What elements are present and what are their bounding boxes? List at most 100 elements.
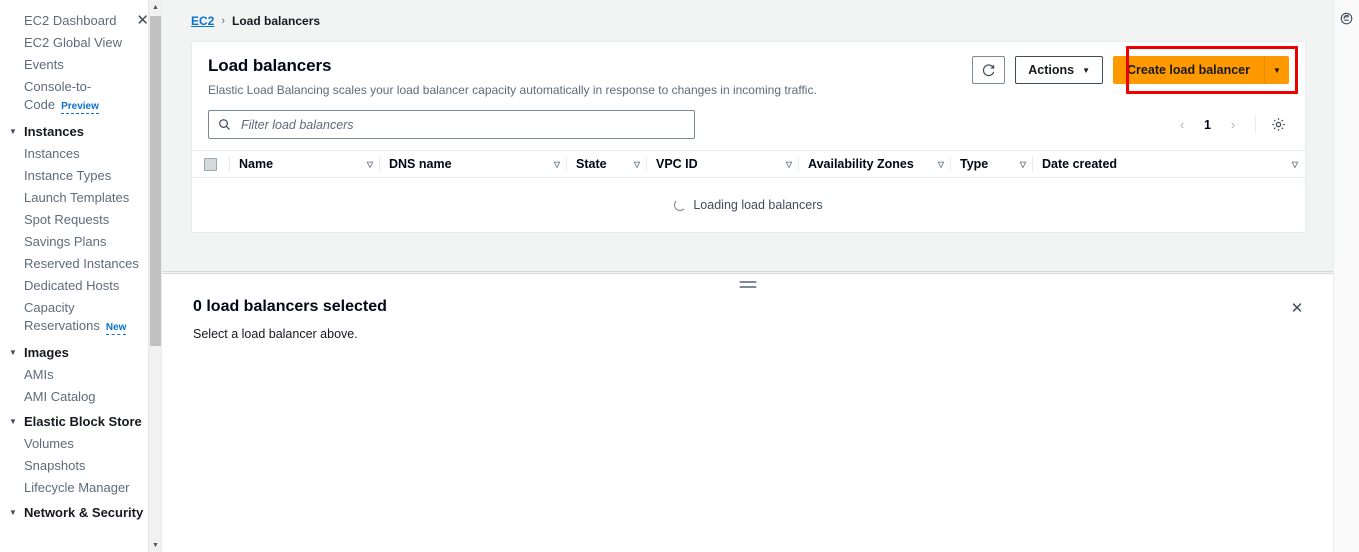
loading-cell: Loading load balancers bbox=[192, 178, 1305, 232]
loading-text: Loading load balancers bbox=[693, 197, 823, 212]
cloudshell-icon bbox=[1340, 12, 1353, 24]
spinner-icon bbox=[674, 198, 687, 211]
sidebar-item-savings-plans[interactable]: Savings Plans bbox=[0, 231, 161, 253]
breadcrumb-current: Load balancers bbox=[232, 14, 321, 28]
sidebar-item-snapshots[interactable]: Snapshots bbox=[0, 455, 161, 477]
actions-button[interactable]: Actions ▼ bbox=[1015, 56, 1104, 84]
sidebar-item-ami-catalog[interactable]: AMI Catalog bbox=[0, 386, 161, 408]
new-badge[interactable]: New bbox=[105, 322, 127, 335]
sidebar-item-label[interactable]: Instances bbox=[24, 145, 80, 163]
sidebar-item-label[interactable]: Savings Plans bbox=[24, 233, 106, 251]
sort-icon[interactable]: ▽ bbox=[554, 160, 560, 169]
create-load-balancer-dropdown-button[interactable]: ▼ bbox=[1264, 56, 1289, 84]
sidebar-section-elastic-block-store[interactable]: ▼ Elastic Block Store bbox=[0, 408, 161, 433]
column-label: VPC ID bbox=[656, 157, 698, 171]
pagination-page-1[interactable]: 1 bbox=[1197, 118, 1218, 132]
search-input[interactable] bbox=[239, 116, 685, 133]
sort-icon[interactable]: ▽ bbox=[367, 160, 373, 169]
chevron-down-icon: ▼ bbox=[9, 417, 17, 426]
sidebar-item-lifecycle-manager[interactable]: Lifecycle Manager bbox=[0, 477, 161, 499]
sidebar-item-ec2-dashboard[interactable]: EC2 Dashboard ✕ bbox=[0, 10, 161, 32]
actions-button-label: Actions bbox=[1028, 63, 1075, 77]
select-all-checkbox[interactable] bbox=[204, 157, 217, 171]
sidebar-item-instances[interactable]: Instances bbox=[0, 143, 161, 165]
sidebar-item-launch-templates[interactable]: Launch Templates bbox=[0, 187, 161, 209]
sidebar-item-label[interactable]: Capacity Reservations bbox=[24, 300, 100, 333]
chevron-down-icon: ▼ bbox=[1082, 65, 1091, 75]
sidebar-item-capacity-reservations[interactable]: Capacity Reservations New bbox=[0, 297, 161, 339]
filter-row: ‹ 1 › bbox=[192, 97, 1305, 139]
column-header-availability-zones[interactable]: Availability Zones ▽ bbox=[799, 150, 951, 178]
sidebar-item-label[interactable]: AMI Catalog bbox=[24, 388, 96, 406]
sidebar-item-label[interactable]: Events bbox=[24, 56, 64, 74]
sidebar-item-amis[interactable]: AMIs bbox=[0, 364, 161, 386]
sidebar-section-images[interactable]: ▼ Images bbox=[0, 339, 161, 364]
sidebar-item-label[interactable]: Instance Types bbox=[24, 167, 111, 185]
pagination-prev-button[interactable]: ‹ bbox=[1171, 114, 1193, 136]
create-load-balancer-button[interactable]: Create load balancer bbox=[1113, 56, 1264, 84]
refresh-button[interactable] bbox=[972, 56, 1006, 84]
table-preferences-button[interactable] bbox=[1267, 114, 1289, 136]
sidebar-item-label[interactable]: Reserved Instances bbox=[24, 255, 139, 273]
sidebar-item-label[interactable]: Volumes bbox=[24, 435, 74, 453]
scroll-up-arrow-icon[interactable]: ▲ bbox=[149, 0, 161, 14]
cloudshell-button[interactable] bbox=[1337, 8, 1357, 28]
column-header-type[interactable]: Type ▽ bbox=[951, 150, 1033, 178]
preview-badge[interactable]: Preview bbox=[61, 101, 99, 114]
sidebar-item-label[interactable]: EC2 Global View bbox=[24, 34, 122, 52]
breadcrumb-separator-icon: › bbox=[221, 15, 226, 27]
panel-header-text: Load balancers Elastic Load Balancing sc… bbox=[208, 56, 817, 97]
sidebar-scrollbar[interactable]: ▲ ▼ bbox=[148, 0, 161, 552]
page-title: Load balancers bbox=[208, 56, 332, 75]
sort-icon[interactable]: ▽ bbox=[786, 160, 792, 169]
sidebar-item-label[interactable]: Dedicated Hosts bbox=[24, 277, 119, 295]
sort-icon[interactable]: ▽ bbox=[1292, 160, 1298, 169]
pagination: ‹ 1 › bbox=[1171, 114, 1289, 136]
column-header-vpc-id[interactable]: VPC ID ▽ bbox=[647, 150, 799, 178]
column-label: State bbox=[576, 157, 607, 171]
scroll-down-arrow-icon[interactable]: ▼ bbox=[149, 538, 161, 552]
sidebar-item-volumes[interactable]: Volumes bbox=[0, 433, 161, 455]
column-header-dns-name[interactable]: DNS name ▽ bbox=[380, 150, 567, 178]
sidebar-item-dedicated-hosts[interactable]: Dedicated Hosts bbox=[0, 275, 161, 297]
sidebar-item-label[interactable]: Snapshots bbox=[24, 457, 85, 475]
resize-handle[interactable] bbox=[739, 281, 756, 291]
sidebar-item-instance-types[interactable]: Instance Types bbox=[0, 165, 161, 187]
sidebar-item-label[interactable]: Spot Requests bbox=[24, 211, 109, 229]
column-header-date-created[interactable]: Date created ▽ bbox=[1033, 150, 1305, 178]
sidebar-item-events[interactable]: Events bbox=[0, 54, 161, 76]
sidebar-item-reserved-instances[interactable]: Reserved Instances bbox=[0, 253, 161, 275]
ec2-sidebar: EC2 Dashboard ✕ EC2 Global View Events C… bbox=[0, 0, 162, 552]
table-header-row: Name ▽ DNS name ▽ State ▽ VPC ID ▽ Avail… bbox=[192, 150, 1305, 178]
content-top-region: EC2 › Load balancers Load balancers Elas… bbox=[162, 0, 1333, 272]
create-load-balancer-group: Create load balancer ▼ bbox=[1113, 56, 1289, 84]
column-label: Type bbox=[960, 157, 989, 171]
sidebar-item-label[interactable]: Lifecycle Manager bbox=[24, 479, 130, 497]
sort-icon[interactable]: ▽ bbox=[634, 160, 640, 169]
sidebar-item-spot-requests[interactable]: Spot Requests bbox=[0, 209, 161, 231]
column-header-name[interactable]: Name ▽ bbox=[230, 150, 380, 178]
search-box[interactable] bbox=[208, 110, 695, 139]
search-icon bbox=[219, 119, 230, 130]
sidebar-section-instances[interactable]: ▼ Instances bbox=[0, 118, 161, 143]
sidebar-item-label[interactable]: Launch Templates bbox=[24, 189, 129, 207]
load-balancers-panel: Load balancers Elastic Load Balancing sc… bbox=[191, 41, 1306, 233]
main-content: EC2 › Load balancers Load balancers Elas… bbox=[162, 0, 1359, 552]
sidebar-item-ec2-global-view[interactable]: EC2 Global View bbox=[0, 32, 161, 54]
panel-header: Load balancers Elastic Load Balancing sc… bbox=[192, 42, 1305, 97]
column-header-state[interactable]: State ▽ bbox=[567, 150, 647, 178]
sort-icon[interactable]: ▽ bbox=[1020, 160, 1026, 169]
sidebar-section-network-and-security[interactable]: ▼ Network & Security bbox=[0, 499, 161, 524]
create-load-balancer-label: Create load balancer bbox=[1127, 63, 1250, 77]
breadcrumb-link-ec2[interactable]: EC2 bbox=[191, 14, 214, 28]
select-all-header bbox=[192, 150, 230, 178]
chevron-down-icon: ▼ bbox=[9, 348, 17, 357]
sidebar-item-label[interactable]: AMIs bbox=[24, 366, 54, 384]
sidebar-section-label: Instances bbox=[24, 124, 84, 139]
sidebar-item-label[interactable]: EC2 Dashboard bbox=[24, 12, 117, 30]
sort-icon[interactable]: ▽ bbox=[938, 160, 944, 169]
scrollbar-thumb[interactable] bbox=[150, 16, 161, 346]
close-panel-icon[interactable]: ✕ bbox=[1287, 298, 1307, 318]
sidebar-item-console-to-code[interactable]: Console-to-Code Preview bbox=[0, 76, 161, 118]
pagination-next-button[interactable]: › bbox=[1222, 114, 1244, 136]
